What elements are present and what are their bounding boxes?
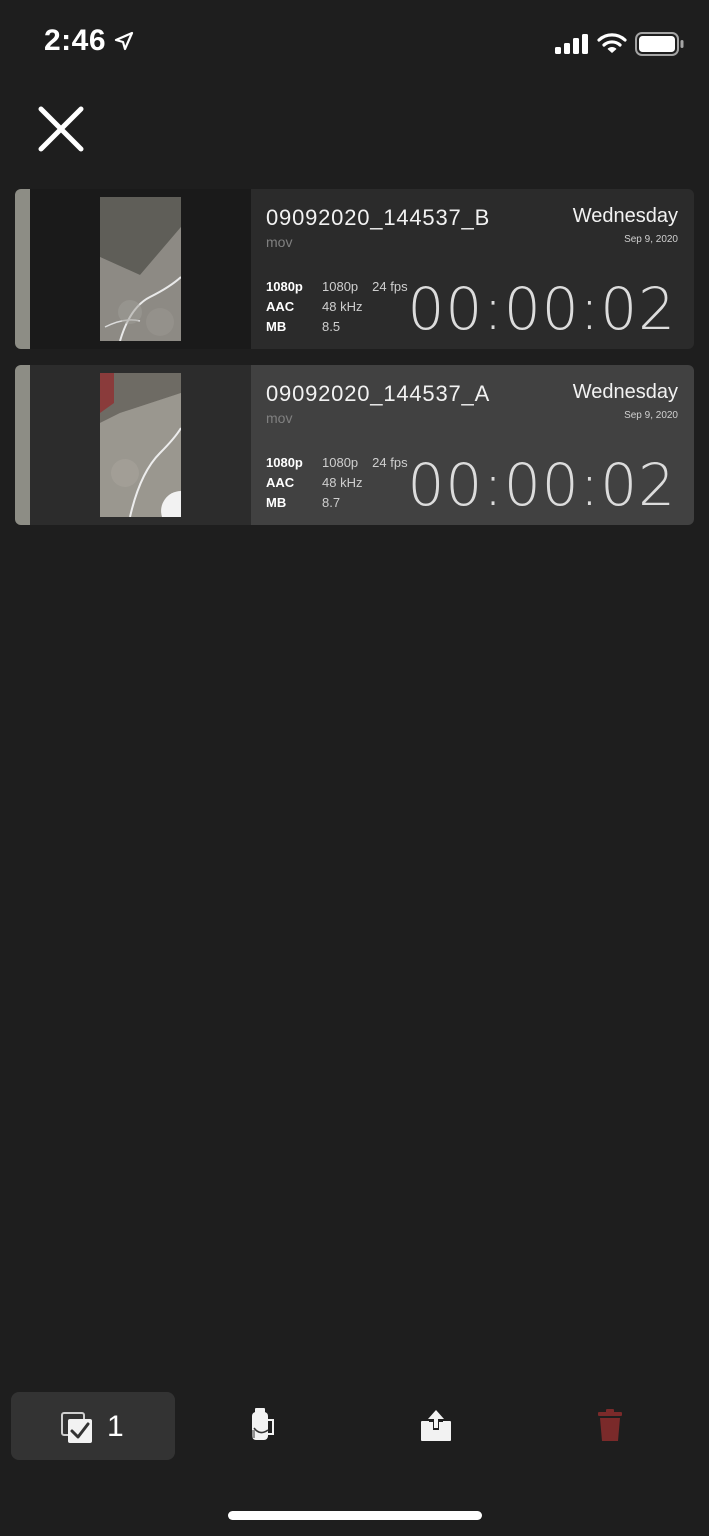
meta-key: AAC: [266, 299, 295, 314]
clip-selection-stripe: [15, 189, 30, 349]
bottom-toolbar: 1: [0, 1390, 709, 1462]
clip-extension: mov: [266, 410, 293, 426]
clip-duration: 00:00:02: [407, 451, 676, 519]
film-canister-icon[interactable]: [248, 1408, 274, 1442]
clip-info: 09092020_144537_B mov Wednesday Sep 9, 2…: [251, 189, 694, 349]
meta-key: MB: [266, 319, 287, 334]
meta-key: MB: [266, 495, 287, 510]
clip-meta: 1080p 1080p 24 fps AAC 48 kHz MB 8.7: [266, 453, 408, 513]
select-button[interactable]: 1: [11, 1392, 175, 1460]
clip-name: 09092020_144537_A: [266, 381, 491, 406]
clip-date: Sep 9, 2020: [624, 234, 678, 245]
home-indicator[interactable]: [228, 1511, 482, 1520]
clip-meta: 1080p 1080p 24 fps AAC 48 kHz MB 8.5: [266, 277, 408, 337]
status-bar: 2:46: [0, 0, 709, 88]
wifi-icon: [597, 33, 627, 53]
clip-selection-stripe: [15, 365, 30, 525]
meta-key: 1080p: [266, 279, 303, 294]
battery-icon: [635, 32, 684, 56]
meta-value: 8.7: [322, 495, 341, 510]
share-icon[interactable]: [419, 1408, 453, 1442]
clip-info: 09092020_144537_A mov Wednesday Sep 9, 2…: [251, 365, 694, 525]
clip-duration: 00:00:02: [407, 275, 676, 343]
close-icon: [38, 106, 84, 152]
location-arrow-icon: [114, 31, 134, 51]
selection-count: 1: [107, 1410, 124, 1443]
signal-icon: [555, 34, 588, 54]
clip-thumbnail-area: [15, 189, 251, 349]
video-thumbnail: [100, 197, 181, 341]
meta-value: 48 kHz: [322, 299, 363, 314]
clip-row[interactable]: 09092020_144537_A mov Wednesday Sep 9, 2…: [15, 365, 694, 525]
meta-key: 1080p: [266, 455, 303, 470]
meta-value: 1080p: [322, 279, 359, 294]
clip-name: 09092020_144537_B: [266, 205, 491, 230]
meta-value: 48 kHz: [322, 475, 363, 490]
clip-day: Wednesday: [572, 381, 678, 403]
status-time: 2:46: [44, 24, 107, 57]
meta-extra: 24 fps: [372, 455, 408, 470]
meta-extra: 24 fps: [372, 279, 408, 294]
meta-value: 1080p: [322, 455, 359, 470]
clip-extension: mov: [266, 234, 293, 250]
meta-value: 8.5: [322, 319, 341, 334]
trash-icon[interactable]: [597, 1408, 623, 1442]
clip-day: Wednesday: [572, 205, 678, 227]
meta-key: AAC: [266, 475, 295, 490]
clip-thumbnail-area: [15, 365, 251, 525]
close-button[interactable]: [32, 100, 90, 158]
video-thumbnail: [100, 373, 181, 517]
clip-date: Sep 9, 2020: [624, 410, 678, 421]
clip-row[interactable]: 09092020_144537_B mov Wednesday Sep 9, 2…: [15, 189, 694, 349]
select-checkbox-icon: [61, 1412, 92, 1443]
